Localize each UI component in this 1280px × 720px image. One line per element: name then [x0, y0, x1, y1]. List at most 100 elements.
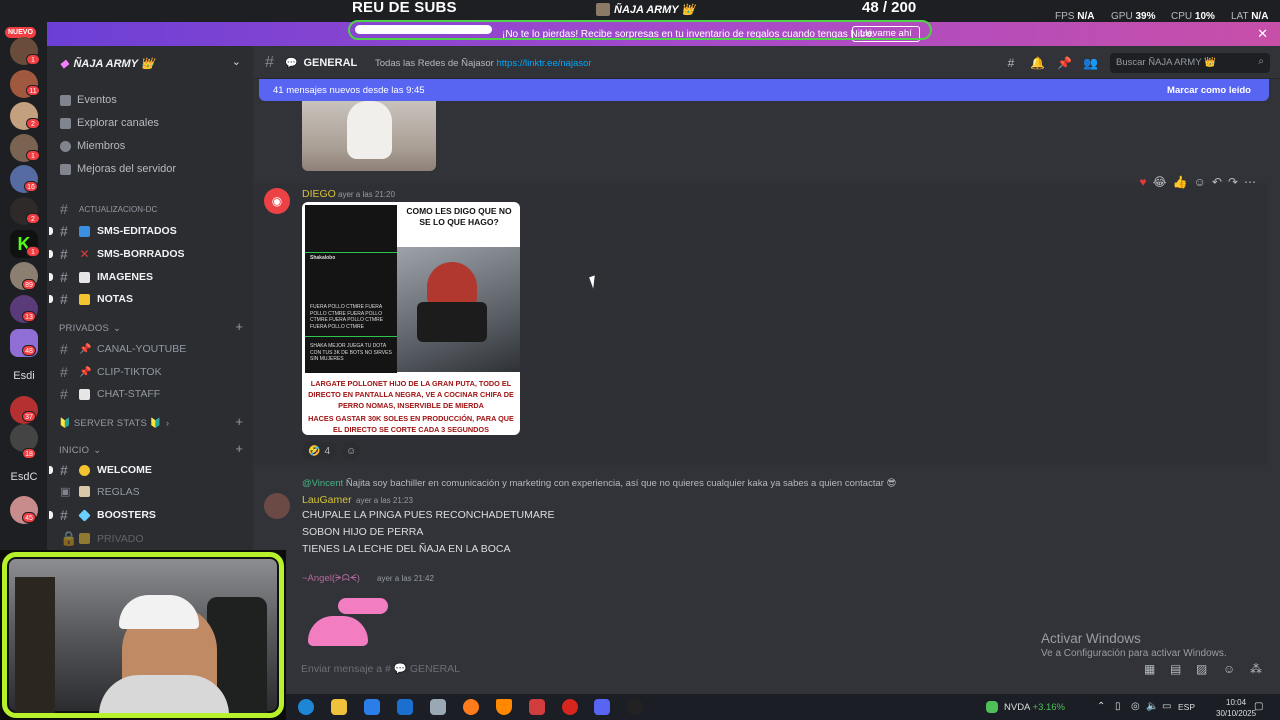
add-reaction-icon[interactable]: ☺ [1194, 175, 1206, 189]
message-input[interactable]: Enviar mensaje a # 💬 GENERAL [301, 662, 460, 675]
message-author[interactable]: ~Angel(ᗒᗣᗕ) [302, 573, 360, 584]
gpu-value: 39% [1135, 11, 1156, 22]
forward-icon[interactable]: ↷ [1228, 175, 1238, 189]
webcam-overlay [0, 550, 286, 720]
message-composer[interactable]: Enviar mensaje a # 💬 GENERAL ▦ ▤ ▨ ☺ ⁂ [291, 656, 1277, 680]
category-inicio[interactable]: INICIO ⌄ [59, 445, 101, 456]
pin-icon[interactable]: 📌 [1057, 56, 1072, 70]
channel-privado[interactable]: 🔒 PRIVADO [60, 530, 143, 547]
threads-icon[interactable]: # [1004, 56, 1018, 70]
store-icon[interactable] [364, 699, 380, 715]
message-author[interactable]: DIEGO [302, 188, 336, 200]
channel-canal-youtube[interactable]: # 📌 CANAL-YOUTUBE [60, 341, 186, 357]
user-avatar[interactable] [264, 493, 290, 519]
topic-link[interactable]: https://linktr.ee/najasor [496, 58, 591, 69]
sidebar-item-events[interactable]: Eventos [60, 94, 117, 106]
channel-sms-editados[interactable]: # SMS-EDITADOS [49, 223, 177, 239]
bell-icon[interactable]: 🔔 [1030, 56, 1045, 70]
chevron-up-icon[interactable]: ⌃ [1097, 701, 1105, 712]
sub-goal-count: 48 / 200 [862, 0, 917, 16]
discord-icon[interactable] [594, 699, 610, 715]
add-channel-icon[interactable]: + [235, 414, 243, 429]
network-icon[interactable]: ▭ [1162, 701, 1171, 712]
channel-boosters[interactable]: # BOOSTERS [49, 507, 156, 523]
tray-icon[interactable]: ▯ [1115, 701, 1121, 712]
add-channel-icon[interactable]: + [235, 441, 243, 456]
laugh-emoji-icon: 🤣 [308, 445, 321, 457]
sidebar-item-label: Mejoras del servidor [77, 163, 177, 175]
firefox-icon[interactable] [463, 699, 479, 715]
file-explorer-icon[interactable] [331, 699, 347, 715]
chevron-down-icon[interactable]: ⌄ [232, 55, 241, 68]
emoji-icon[interactable]: ☺ [1223, 662, 1235, 676]
app-icon[interactable] [529, 699, 545, 715]
gif-icon[interactable]: ▤ [1170, 662, 1181, 676]
close-icon[interactable]: ✕ [1257, 26, 1268, 42]
unread-dot [49, 466, 53, 474]
server-text-icon[interactable]: EsdC [5, 471, 43, 483]
server-name-button[interactable]: ◆ ÑAJA ARMY 👑 [60, 57, 155, 70]
thumbs-up-icon[interactable]: 👍 [1173, 175, 1188, 189]
sticker-icon[interactable]: ▨ [1196, 662, 1207, 676]
sub-goal-server-label: ÑAJA ARMY 👑 [614, 4, 696, 16]
app-icon[interactable] [430, 699, 446, 715]
speaker-icon[interactable]: 🔈 [1146, 701, 1158, 712]
attachment-image[interactable] [302, 101, 436, 171]
vlc-icon[interactable] [496, 699, 512, 715]
unread-dot [49, 511, 53, 519]
meme-attachment[interactable]: Shakalobo FUERA POLLO CTMRE FUERA POLLO … [302, 202, 520, 435]
notification-icon[interactable]: ▢ [1254, 701, 1263, 712]
activate-windows-title: Activar Windows [1041, 631, 1141, 646]
category-server-stats[interactable]: 🔰 SERVER STATS 🔰 › [59, 418, 169, 429]
bunny-sticker[interactable] [308, 596, 396, 646]
server-thumb-icon [596, 3, 610, 16]
reply-icon[interactable]: ↶ [1212, 175, 1222, 189]
tray-icon[interactable]: ◎ [1131, 701, 1140, 712]
search-input[interactable]: Buscar ÑAJA ARMY 👑 ⌕ [1110, 53, 1270, 73]
channel-label: SMS-BORRADOS [97, 248, 185, 260]
channel-imagenes[interactable]: # IMAGENES [49, 269, 153, 285]
new-messages-bar[interactable]: 41 mensajes nuevos desde las 9:45 Marcar… [259, 79, 1269, 101]
channel-chat-staff[interactable]: # CHAT-STAFF [60, 386, 160, 402]
reply-reference[interactable]: @Vincent Ñajita soy bachiller en comunic… [302, 478, 896, 489]
opera-icon[interactable] [562, 699, 578, 715]
channel-welcome[interactable]: # WELCOME [49, 462, 152, 478]
chevron-down-icon: ⌄ [93, 445, 102, 456]
laugh-emoji-icon[interactable]: 😂 [1153, 175, 1167, 189]
unread-badge: 89 [22, 279, 36, 290]
reply-mention[interactable]: @Vincent [302, 478, 343, 489]
channel-notas[interactable]: # NOTAS [49, 291, 133, 307]
channel-clip-tiktok[interactable]: # 📌 CLIP-TIKTOK [60, 364, 162, 380]
message-line: TIENES LA LECHE DEL ÑAJA EN LA BOCA [302, 543, 511, 555]
members-list-icon[interactable]: 👥 [1083, 56, 1098, 70]
gift-icon[interactable]: ▦ [1144, 662, 1155, 676]
more-icon[interactable]: ⋯ [1244, 175, 1256, 189]
channel-label: CLIP-TIKTOK [97, 366, 162, 378]
clock[interactable]: 10:04 30/10/2025 [1216, 697, 1256, 719]
discord-avatar-icon[interactable]: ◉ [264, 188, 290, 214]
sidebar-item-boosts[interactable]: Mejoras del servidor [60, 163, 176, 175]
add-reaction-button[interactable]: ☺ [342, 442, 361, 460]
add-channel-icon[interactable]: + [235, 319, 243, 334]
message-author[interactable]: LauGamer [302, 494, 352, 506]
edge-icon[interactable] [298, 699, 314, 715]
heart-icon[interactable]: ♥ [1140, 175, 1147, 189]
obs-icon[interactable] [627, 699, 643, 715]
unread-badge: 11 [26, 85, 40, 96]
reaction-pill[interactable]: 🤣 4 [302, 442, 337, 460]
server-text-icon[interactable]: Esdi [5, 370, 43, 382]
sidebar-item-browse[interactable]: Explorar canales [60, 117, 159, 129]
stock-widget[interactable]: NVDA +3.16% [1004, 702, 1065, 713]
sidebar-item-label: Eventos [77, 94, 117, 106]
apps-icon[interactable]: ⁂ [1250, 662, 1262, 676]
outlook-icon[interactable] [397, 699, 413, 715]
channel-actualizacion[interactable]: # ACTUALIZACION-DC [60, 201, 157, 217]
language-indicator[interactable]: ESP [1178, 702, 1195, 712]
gpu-label: GPU [1111, 11, 1133, 22]
webcam-frame [2, 552, 284, 718]
category-privados[interactable]: PRIVADOS ⌄ [59, 323, 121, 334]
mark-as-read-button[interactable]: Marcar como leído [1167, 85, 1251, 96]
channel-sms-borrados[interactable]: # ✕ SMS-BORRADOS [49, 246, 185, 262]
channel-reglas[interactable]: ▣ REGLAS [60, 485, 140, 499]
sidebar-item-members[interactable]: Miembros [60, 140, 125, 152]
